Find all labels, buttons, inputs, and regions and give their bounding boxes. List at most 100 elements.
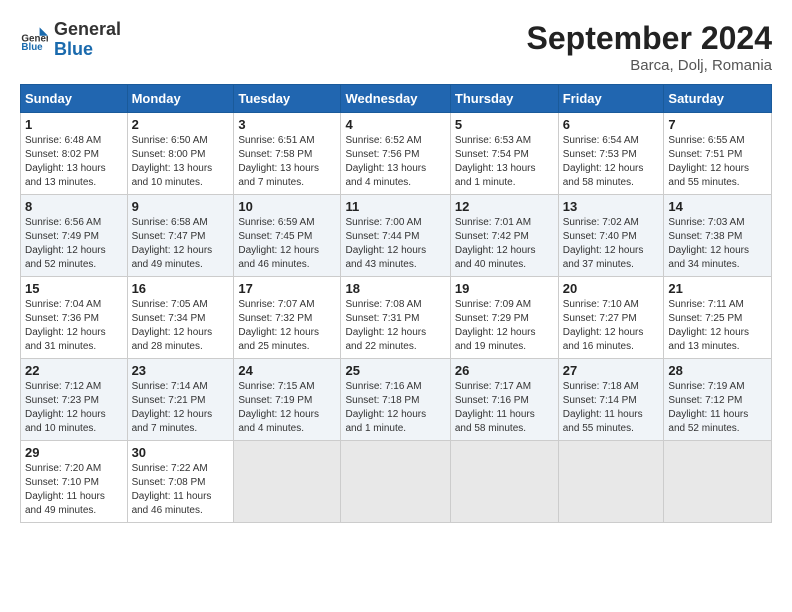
calendar-header-saturday: Saturday [664,85,772,113]
calendar-cell: 24Sunrise: 7:15 AM Sunset: 7:19 PM Dayli… [234,359,341,441]
page-header: General Blue General Blue September 2024… [20,20,772,74]
day-info: Sunrise: 6:58 AM Sunset: 7:47 PM Dayligh… [132,216,230,272]
day-info: Sunrise: 6:52 AM Sunset: 7:56 PM Dayligh… [345,134,445,190]
day-info: Sunrise: 7:03 AM Sunset: 7:38 PM Dayligh… [668,216,767,272]
day-info: Sunrise: 6:59 AM Sunset: 7:45 PM Dayligh… [238,216,336,272]
day-number: 17 [238,281,336,296]
calendar-cell [341,441,450,523]
svg-text:Blue: Blue [21,42,43,53]
calendar-cell: 22 Sunrise: 7:12 AM Sunset: 7:23 PM Dayli… [21,359,128,441]
calendar-cell: 12 Sunrise: 7:01 AM Sunset: 7:42 PM Dayli… [450,195,558,277]
calendar-cell: 1Sunrise: 6:48 AM Sunset: 8:02 PM Daylig… [21,113,128,195]
day-number: 26 [455,363,554,378]
calendar-cell: 26 Sunrise: 7:17 AM Sunset: 7:16 PM Dayli… [450,359,558,441]
day-info: Sunrise: 7:12 AM Sunset: 7:23 PM Dayligh… [25,380,123,436]
calendar-header-friday: Friday [558,85,664,113]
calendar-cell: 6 Sunrise: 6:54 AM Sunset: 7:53 PM Daylig… [558,113,664,195]
day-number: 6 [563,117,660,132]
day-number: 1 [25,117,123,132]
calendar-cell: 5 Sunrise: 6:53 AM Sunset: 7:54 PM Daylig… [450,113,558,195]
calendar-cell: 23Sunrise: 7:14 AM Sunset: 7:21 PM Dayli… [127,359,234,441]
day-info: Sunrise: 7:10 AM Sunset: 7:27 PM Dayligh… [563,298,660,354]
calendar-cell [234,441,341,523]
day-info: Sunrise: 7:18 AM Sunset: 7:14 PM Dayligh… [563,380,660,436]
logo-general: General [54,20,121,40]
day-info: Sunrise: 7:08 AM Sunset: 7:31 PM Dayligh… [345,298,445,354]
logo-icon: General Blue [20,26,48,54]
calendar-cell [664,441,772,523]
day-number: 11 [345,199,445,214]
calendar-week-row: 8Sunrise: 6:56 AM Sunset: 7:49 PM Daylig… [21,195,772,277]
month-year-title: September 2024 [527,20,772,57]
day-info: Sunrise: 7:14 AM Sunset: 7:21 PM Dayligh… [132,380,230,436]
calendar-cell: 2 Sunrise: 6:50 AM Sunset: 8:00 PM Daylig… [127,113,234,195]
calendar-cell: 28 Sunrise: 7:19 AM Sunset: 7:12 PM Dayli… [664,359,772,441]
location-subtitle: Barca, Dolj, Romania [527,57,772,74]
calendar-cell: 29Sunrise: 7:20 AM Sunset: 7:10 PM Dayli… [21,441,128,523]
calendar-cell: 27 Sunrise: 7:18 AM Sunset: 7:14 PM Dayli… [558,359,664,441]
calendar-cell: 4Sunrise: 6:52 AM Sunset: 7:56 PM Daylig… [341,113,450,195]
calendar-week-row: 1Sunrise: 6:48 AM Sunset: 8:02 PM Daylig… [21,113,772,195]
day-info: Sunrise: 7:20 AM Sunset: 7:10 PM Dayligh… [25,462,123,518]
calendar-cell: 7Sunrise: 6:55 AM Sunset: 7:51 PM Daylig… [664,113,772,195]
calendar-cell [450,441,558,523]
logo-blue: Blue [54,40,121,60]
calendar-cell: 21Sunrise: 7:11 AM Sunset: 7:25 PM Dayli… [664,277,772,359]
calendar-week-row: 22 Sunrise: 7:12 AM Sunset: 7:23 PM Dayli… [21,359,772,441]
day-info: Sunrise: 7:01 AM Sunset: 7:42 PM Dayligh… [455,216,554,272]
day-info: Sunrise: 7:16 AM Sunset: 7:18 PM Dayligh… [345,380,445,436]
calendar-week-row: 29Sunrise: 7:20 AM Sunset: 7:10 PM Dayli… [21,441,772,523]
calendar-cell: 3Sunrise: 6:51 AM Sunset: 7:58 PM Daylig… [234,113,341,195]
day-number: 16 [132,281,230,296]
day-info: Sunrise: 7:17 AM Sunset: 7:16 PM Dayligh… [455,380,554,436]
day-number: 3 [238,117,336,132]
day-number: 22 [25,363,123,378]
day-number: 19 [455,281,554,296]
day-info: Sunrise: 7:05 AM Sunset: 7:34 PM Dayligh… [132,298,230,354]
day-info: Sunrise: 7:09 AM Sunset: 7:29 PM Dayligh… [455,298,554,354]
calendar-week-row: 15Sunrise: 7:04 AM Sunset: 7:36 PM Dayli… [21,277,772,359]
calendar-body: 1Sunrise: 6:48 AM Sunset: 8:02 PM Daylig… [21,113,772,523]
day-number: 12 [455,199,554,214]
day-number: 27 [563,363,660,378]
day-info: Sunrise: 6:54 AM Sunset: 7:53 PM Dayligh… [563,134,660,190]
day-number: 14 [668,199,767,214]
day-info: Sunrise: 7:22 AM Sunset: 7:08 PM Dayligh… [132,462,230,518]
day-number: 8 [25,199,123,214]
calendar-cell: 8Sunrise: 6:56 AM Sunset: 7:49 PM Daylig… [21,195,128,277]
logo: General Blue General Blue [20,20,121,60]
calendar-header-wednesday: Wednesday [341,85,450,113]
calendar-cell: 14 Sunrise: 7:03 AM Sunset: 7:38 PM Dayli… [664,195,772,277]
calendar-cell: 30Sunrise: 7:22 AM Sunset: 7:08 PM Dayli… [127,441,234,523]
title-block: September 2024 Barca, Dolj, Romania [527,20,772,74]
calendar-cell: 19 Sunrise: 7:09 AM Sunset: 7:29 PM Dayli… [450,277,558,359]
calendar-cell: 11 Sunrise: 7:00 AM Sunset: 7:44 PM Dayli… [341,195,450,277]
day-info: Sunrise: 7:11 AM Sunset: 7:25 PM Dayligh… [668,298,767,354]
day-number: 13 [563,199,660,214]
day-info: Sunrise: 7:02 AM Sunset: 7:40 PM Dayligh… [563,216,660,272]
day-info: Sunrise: 6:55 AM Sunset: 7:51 PM Dayligh… [668,134,767,190]
day-number: 15 [25,281,123,296]
calendar-header-tuesday: Tuesday [234,85,341,113]
calendar-header-thursday: Thursday [450,85,558,113]
calendar-table: SundayMondayTuesdayWednesdayThursdayFrid… [20,84,772,523]
day-number: 2 [132,117,230,132]
day-info: Sunrise: 7:00 AM Sunset: 7:44 PM Dayligh… [345,216,445,272]
calendar-cell: 13 Sunrise: 7:02 AM Sunset: 7:40 PM Dayli… [558,195,664,277]
calendar-header-monday: Monday [127,85,234,113]
day-info: Sunrise: 7:19 AM Sunset: 7:12 PM Dayligh… [668,380,767,436]
day-info: Sunrise: 6:53 AM Sunset: 7:54 PM Dayligh… [455,134,554,190]
day-info: Sunrise: 7:07 AM Sunset: 7:32 PM Dayligh… [238,298,336,354]
calendar-cell [558,441,664,523]
day-number: 20 [563,281,660,296]
day-number: 5 [455,117,554,132]
day-number: 9 [132,199,230,214]
calendar-header-row: SundayMondayTuesdayWednesdayThursdayFrid… [21,85,772,113]
day-info: Sunrise: 6:50 AM Sunset: 8:00 PM Dayligh… [132,134,230,190]
calendar-cell: 15Sunrise: 7:04 AM Sunset: 7:36 PM Dayli… [21,277,128,359]
calendar-cell: 16 Sunrise: 7:05 AM Sunset: 7:34 PM Dayli… [127,277,234,359]
calendar-header-sunday: Sunday [21,85,128,113]
calendar-cell: 9 Sunrise: 6:58 AM Sunset: 7:47 PM Daylig… [127,195,234,277]
day-number: 18 [345,281,445,296]
day-number: 28 [668,363,767,378]
